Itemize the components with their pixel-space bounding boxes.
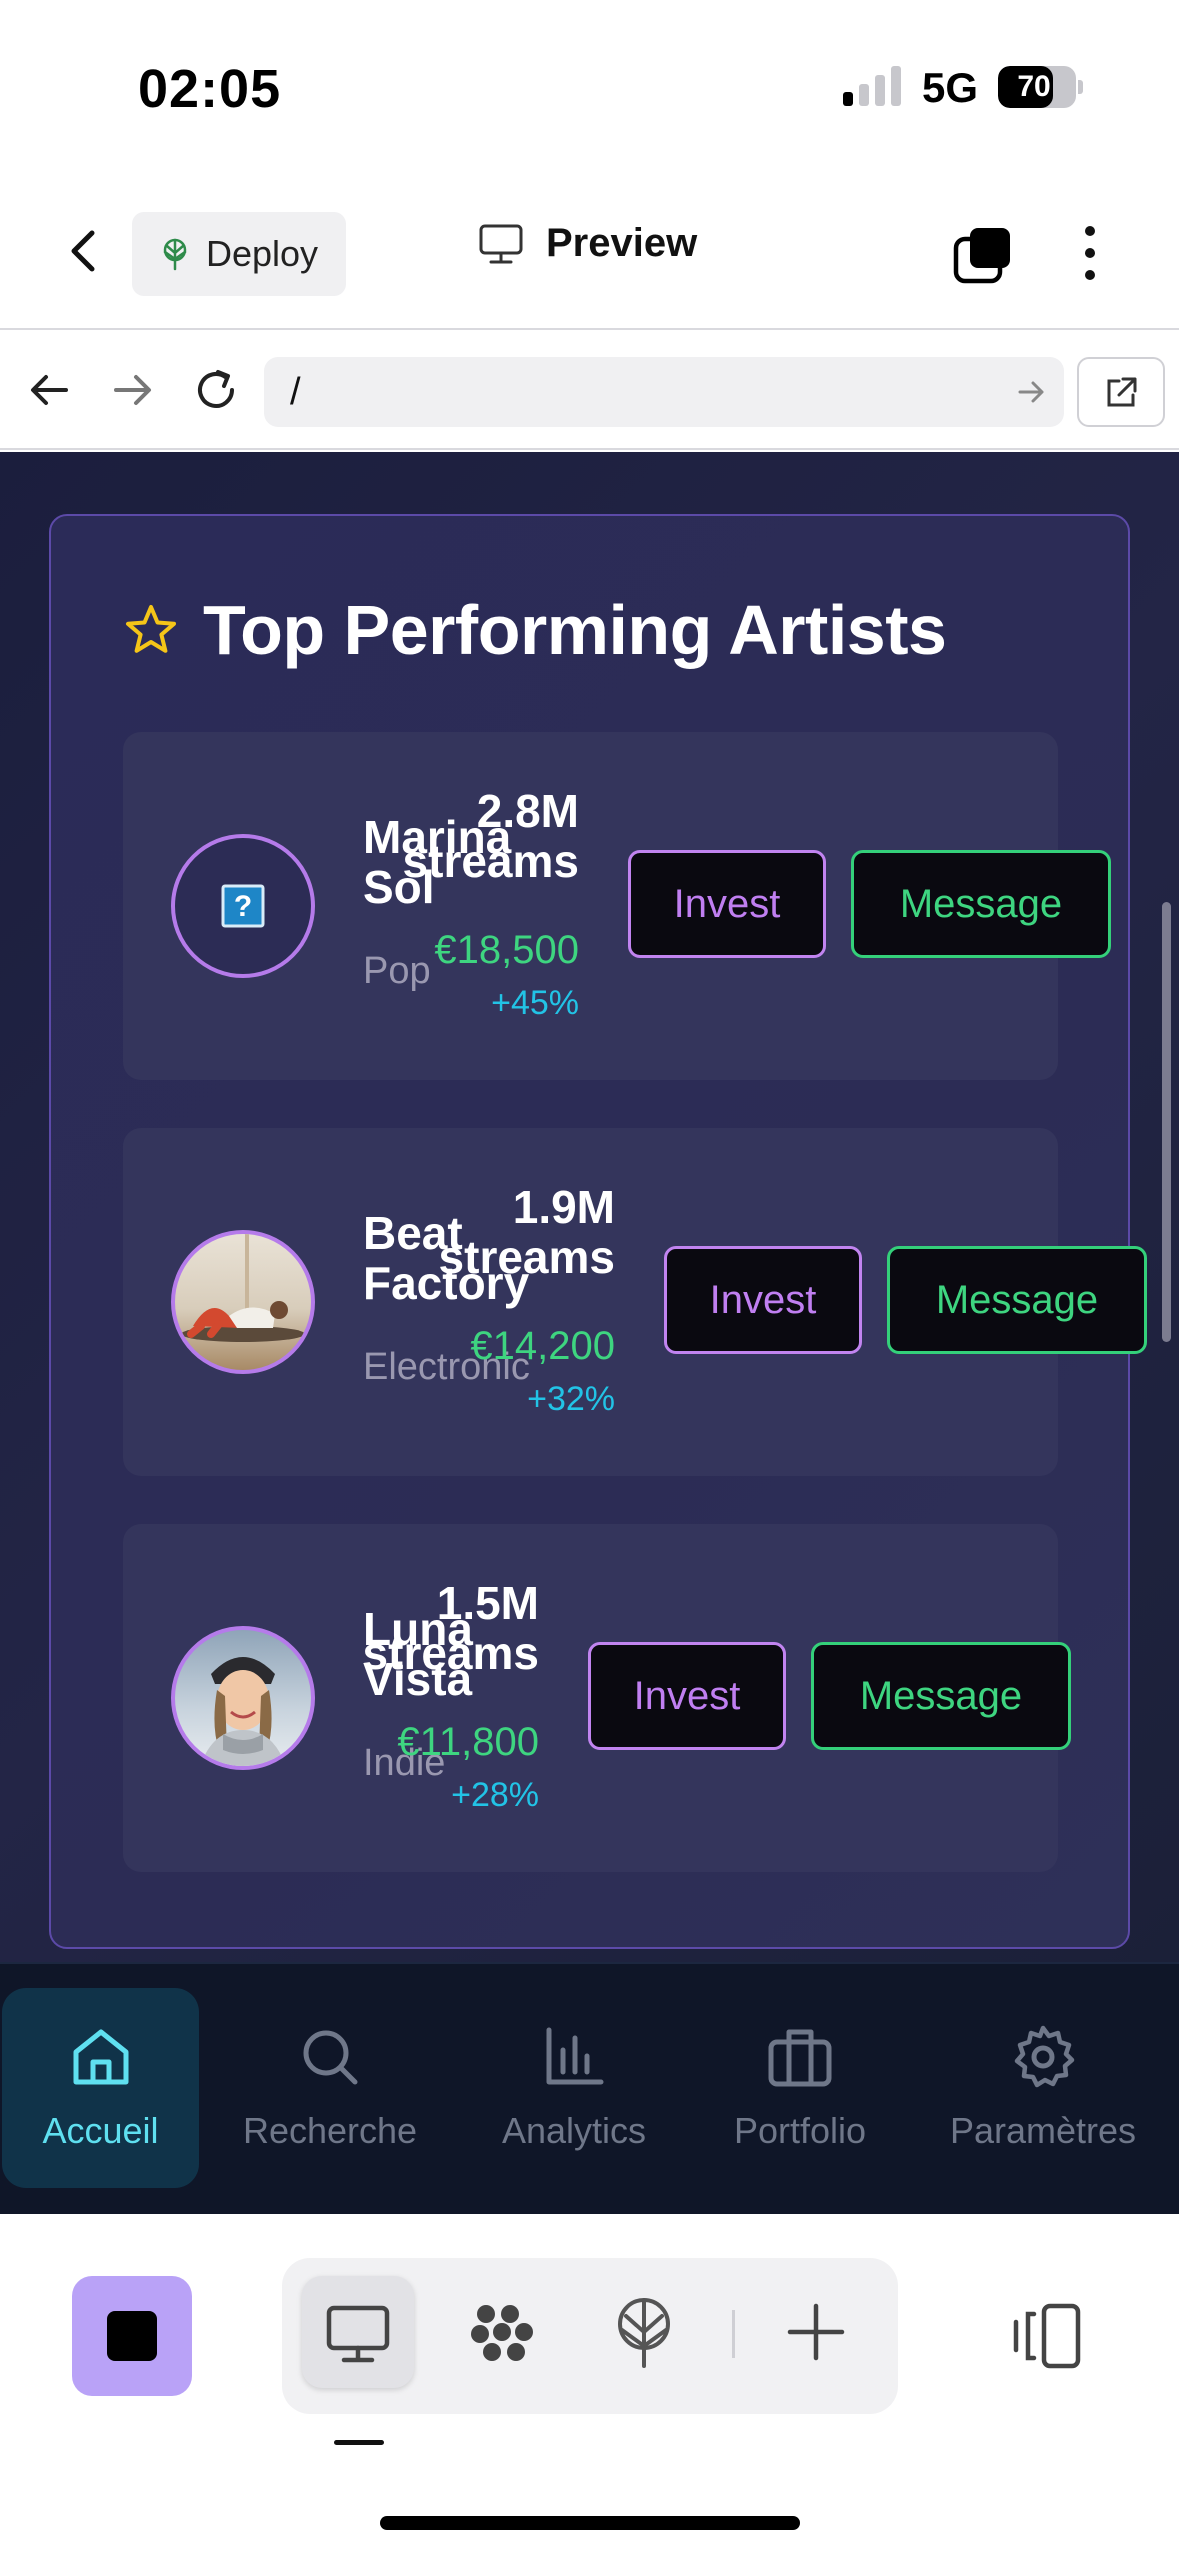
back-chevron-icon[interactable] — [56, 221, 116, 281]
artist-avatar — [171, 1230, 315, 1374]
artist-investment: €18,500 — [434, 928, 579, 972]
artist-streams: 1.9M streams — [438, 1181, 615, 1283]
more-vertical-icon[interactable] — [1070, 221, 1110, 285]
plus-icon — [787, 2303, 845, 2361]
artist-streams: 2.8M streams — [402, 785, 579, 887]
status-bar: 02:05 5G 70 — [0, 0, 1179, 175]
browser-forward-icon[interactable] — [104, 362, 160, 418]
home-indicator — [380, 2516, 800, 2530]
nav-label: Paramètres — [949, 2110, 1137, 2151]
view-mode-group — [282, 2258, 898, 2414]
panel-header: Top Performing Artists — [123, 590, 947, 670]
reload-icon[interactable] — [188, 362, 244, 418]
go-arrow-icon[interactable] — [1012, 373, 1050, 411]
message-button[interactable]: Message — [811, 1642, 1071, 1750]
nav-item-parametres[interactable]: Paramètres — [935, 1988, 1151, 2188]
tabs-icon[interactable] — [952, 225, 1014, 285]
browser-back-icon[interactable] — [22, 362, 78, 418]
broken-image-icon: ? — [221, 884, 265, 928]
invest-button[interactable]: Invest — [588, 1642, 786, 1750]
battery-level: 70 — [1017, 70, 1051, 103]
artist-avatar: ? — [171, 834, 315, 978]
deploy-mode-button[interactable] — [588, 2276, 700, 2388]
nav-item-accueil[interactable]: Accueil — [2, 1988, 199, 2188]
artist-card-beat-factory: Beat Factory Electronic 1.9M streams €14… — [123, 1128, 1147, 1476]
external-link-icon — [1107, 377, 1137, 407]
monitor-icon — [326, 2305, 390, 2363]
panel-title: Top Performing Artists — [203, 591, 947, 669]
invest-button[interactable]: Invest — [628, 850, 826, 958]
top-artists-panel: Top Performing Artists ? Marina Sol Pop … — [49, 514, 1147, 1949]
toolbar-divider — [732, 2310, 735, 2358]
split-view-icon[interactable] — [1008, 2300, 1088, 2372]
artist-growth: +32% — [527, 1380, 615, 1418]
nodes-icon — [471, 2305, 533, 2361]
browser-bar: / — [0, 332, 1179, 450]
nav-item-portfolio[interactable]: Portfolio — [700, 1988, 900, 2188]
network-type: 5G — [922, 64, 979, 111]
open-external-button[interactable] — [1077, 357, 1165, 427]
nav-label: Portfolio — [733, 2110, 867, 2151]
add-button[interactable] — [760, 2276, 872, 2388]
nav-label: Accueil — [42, 2110, 159, 2151]
app-toolbar: Deploy Preview — [0, 175, 1179, 330]
monitor-icon — [479, 224, 523, 263]
active-mode-indicator — [334, 2440, 384, 2445]
nav-label: Recherche — [242, 2110, 418, 2151]
preview-mode-button[interactable] — [302, 2276, 414, 2388]
message-button[interactable]: Message — [887, 1246, 1147, 1354]
stop-icon — [107, 2311, 157, 2361]
deploy-label: Deploy — [206, 233, 319, 274]
cellular-signal-icon — [843, 64, 903, 106]
status-time: 02:05 — [138, 59, 282, 119]
star-icon — [126, 605, 176, 653]
deploy-tree-icon — [618, 2298, 670, 2368]
battery-icon: 70 — [998, 66, 1076, 108]
artist-card-marina-sol: ? Marina Sol Pop 2.8M streams €18,500 +4… — [123, 732, 1111, 1080]
artist-avatar — [171, 1626, 315, 1770]
artist-growth: +45% — [491, 984, 579, 1022]
nav-item-recherche[interactable]: Recherche — [230, 1988, 430, 2188]
nav-item-analytics[interactable]: Analytics — [474, 1988, 674, 2188]
search-icon — [303, 2030, 358, 2085]
deploy-button[interactable]: Deploy — [132, 212, 346, 296]
artist-growth: +28% — [451, 1776, 539, 1814]
artist-investment: €14,200 — [470, 1324, 615, 1368]
workflow-mode-button[interactable] — [446, 2276, 558, 2388]
artist-streams: 1.5M streams — [362, 1577, 539, 1679]
preview-label: Preview — [546, 221, 698, 265]
app-bottom-toolbar — [0, 2214, 1179, 2556]
deploy-tree-icon — [163, 238, 187, 271]
url-input[interactable]: / — [264, 357, 1064, 427]
invest-button[interactable]: Invest — [664, 1246, 862, 1354]
nav-label: Analytics — [501, 2110, 647, 2151]
scrollbar[interactable] — [1162, 902, 1171, 1342]
artist-card-luna-vista: Luna Vista Indie 1.5M streams €11,800 +2… — [123, 1524, 1071, 1872]
battery-nub — [1078, 80, 1083, 94]
preview-button[interactable]: Preview — [478, 221, 697, 266]
gear-icon — [1014, 2025, 1075, 2088]
briefcase-icon — [768, 2029, 832, 2087]
bar-chart-icon — [546, 2027, 604, 2085]
home-icon — [73, 2029, 128, 2085]
bottom-nav: Accueil Recherche Analytics Portfolio Pa… — [0, 1962, 1179, 2214]
artist-investment: €11,800 — [397, 1720, 539, 1764]
svg-text:?: ? — [234, 890, 252, 923]
stop-button[interactable] — [72, 2276, 192, 2396]
web-content: Top Performing Artists ? Marina Sol Pop … — [0, 452, 1179, 1962]
artist-photo — [181, 1234, 305, 1342]
artist-photo — [200, 1657, 286, 1766]
url-text: / — [290, 371, 301, 413]
message-button[interactable]: Message — [851, 850, 1111, 958]
